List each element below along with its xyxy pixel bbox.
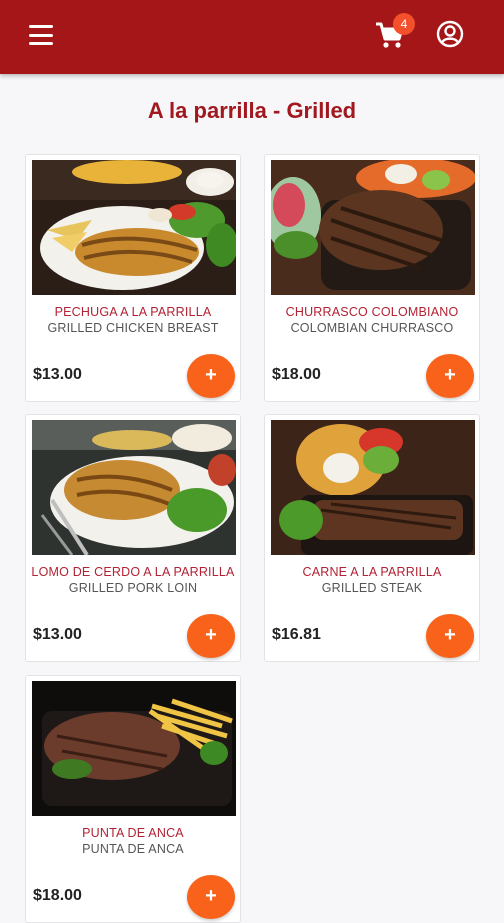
add-to-cart-button[interactable]: + bbox=[426, 354, 474, 398]
product-card[interactable]: PECHUGA A LA PARRILLA GRILLED CHICKEN BR… bbox=[25, 154, 241, 402]
product-price: $13.00 bbox=[33, 366, 82, 383]
user-account-icon[interactable] bbox=[436, 20, 464, 48]
product-price: $13.00 bbox=[33, 626, 82, 643]
product-name-spanish: CARNE A LA PARRILLA bbox=[302, 565, 442, 579]
add-to-cart-button[interactable]: + bbox=[187, 354, 235, 398]
product-card[interactable]: CHURRASCO COLOMBIANO COLOMBIAN CHURRASCO… bbox=[264, 154, 480, 402]
product-name-english: GRILLED PORK LOIN bbox=[68, 581, 198, 595]
product-price: $18.00 bbox=[272, 366, 321, 383]
product-image-pork-loin[interactable] bbox=[32, 420, 236, 555]
app-bar: 4 bbox=[0, 0, 504, 74]
product-card[interactable]: CARNE A LA PARRILLA GRILLED STEAK $16.81… bbox=[264, 414, 480, 662]
product-name-english: PUNTA DE ANCA bbox=[82, 842, 184, 856]
product-card[interactable]: PUNTA DE ANCA PUNTA DE ANCA $18.00 + bbox=[25, 675, 241, 923]
product-name-english: GRILLED CHICKEN BREAST bbox=[47, 321, 219, 335]
cart-count-badge: 4 bbox=[393, 13, 415, 35]
hamburger-menu-icon[interactable] bbox=[28, 22, 54, 48]
product-image-chicken[interactable] bbox=[32, 160, 236, 295]
add-to-cart-button[interactable]: + bbox=[187, 875, 235, 919]
product-price: $16.81 bbox=[272, 626, 321, 643]
category-title: A la parrilla - Grilled bbox=[147, 98, 357, 123]
product-image-churrasco[interactable] bbox=[271, 160, 475, 295]
product-card[interactable]: LOMO DE CERDO A LA PARRILLA GRILLED PORK… bbox=[25, 414, 241, 662]
product-name-spanish: LOMO DE CERDO A LA PARRILLA bbox=[31, 565, 235, 579]
add-to-cart-button[interactable]: + bbox=[426, 614, 474, 658]
product-price: $18.00 bbox=[33, 887, 82, 904]
product-name-english: GRILLED STEAK bbox=[321, 581, 423, 595]
product-name-spanish: PUNTA DE ANCA bbox=[82, 826, 184, 840]
product-name-english: COLOMBIAN CHURRASCO bbox=[290, 321, 454, 335]
product-image-steak[interactable] bbox=[271, 420, 475, 555]
product-name-spanish: PECHUGA A LA PARRILLA bbox=[54, 305, 212, 319]
product-name-spanish: CHURRASCO COLOMBIANO bbox=[285, 305, 459, 319]
product-image-punta-de-anca[interactable] bbox=[32, 681, 236, 816]
add-to-cart-button[interactable]: + bbox=[187, 614, 235, 658]
